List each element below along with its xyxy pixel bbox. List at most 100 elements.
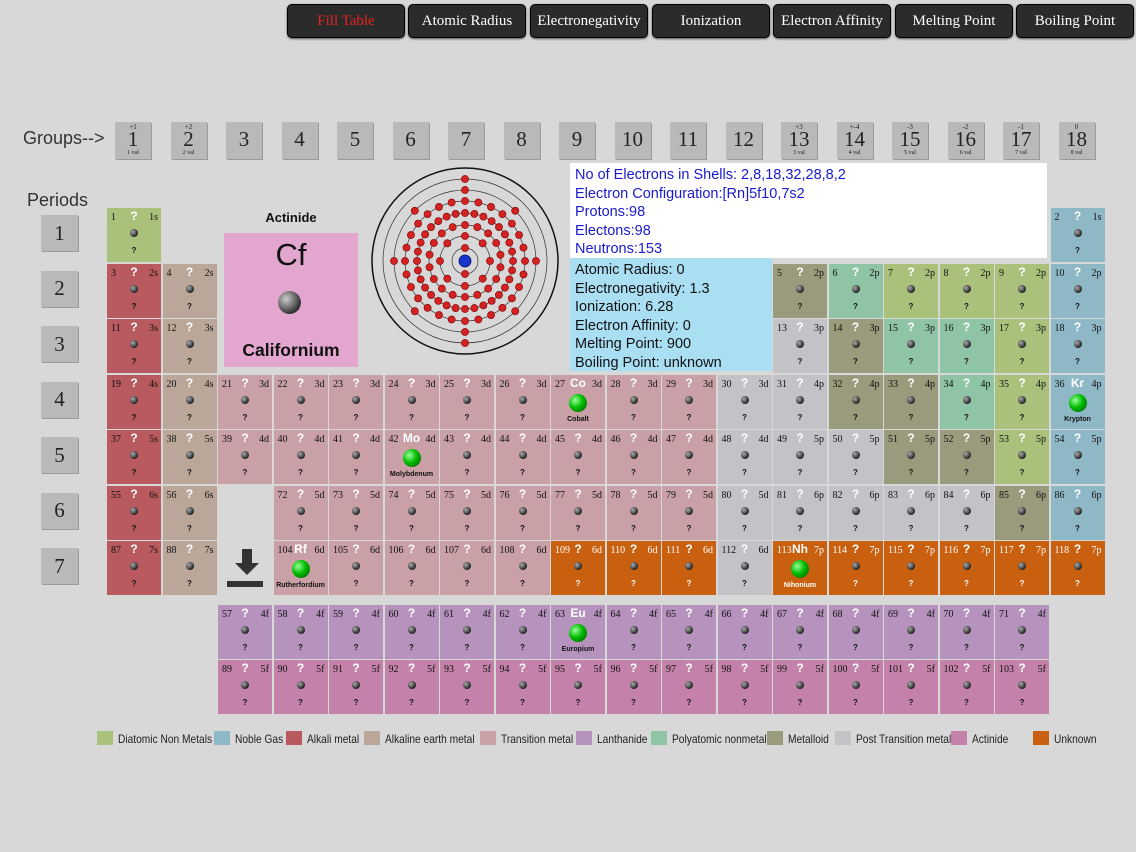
element-cell-10[interactable]: 10 2p??: [1050, 263, 1105, 318]
element-cell-76[interactable]: 76 5d??: [495, 485, 550, 540]
period-header-1[interactable]: 1: [41, 215, 78, 251]
element-cell-98[interactable]: 98 5f??: [717, 660, 772, 714]
element-cell-19[interactable]: 19 4s??: [107, 374, 161, 429]
element-cell-60[interactable]: 60 4f??: [384, 604, 439, 659]
element-cell-118[interactable]: 118 7p??: [1050, 541, 1105, 595]
element-cell-111[interactable]: 111 6d??: [662, 541, 716, 595]
element-cell-67[interactable]: 67 4f??: [773, 604, 827, 659]
element-cell-44[interactable]: 44 4d??: [495, 430, 550, 484]
element-cell-56[interactable]: 56 6s??: [162, 485, 217, 540]
group-header-9[interactable]: 9: [559, 122, 595, 159]
element-cell-55[interactable]: 55 6s??: [107, 485, 161, 540]
element-cell-103[interactable]: 103 5f??: [995, 660, 1049, 714]
element-cell-43[interactable]: 43 4d??: [440, 430, 494, 484]
element-cell-34[interactable]: 34 4p??: [939, 374, 994, 429]
element-cell-31[interactable]: 31 4p??: [773, 374, 827, 429]
element-cell-54[interactable]: 54 5p??: [1050, 430, 1105, 484]
group-header-16[interactable]: -2 16 6 val: [947, 122, 984, 159]
element-cell-86[interactable]: 86 6p??: [1050, 485, 1105, 540]
group-header-15[interactable]: -3 15 5 val: [892, 122, 928, 159]
element-cell-4[interactable]: 4 2s??: [162, 263, 217, 318]
element-cell-70[interactable]: 70 4f??: [939, 604, 994, 659]
melting-point-button[interactable]: Melting Point: [895, 4, 1013, 38]
element-cell-65[interactable]: 65 4f??: [662, 604, 716, 659]
element-cell-85[interactable]: 85 6p??: [995, 485, 1049, 540]
element-cell-91[interactable]: 91 5f??: [329, 660, 383, 714]
element-cell-109[interactable]: 109 6d??: [551, 541, 605, 595]
element-cell-104[interactable]: 104 6d Rf Rutherfordium: [273, 541, 328, 595]
ionization-button[interactable]: Ionization: [652, 4, 770, 38]
group-header-3[interactable]: 3: [226, 122, 262, 159]
element-cell-88[interactable]: 88 7s??: [162, 541, 217, 595]
element-cell-20[interactable]: 20 4s??: [162, 374, 217, 429]
group-header-1[interactable]: +1 1 1 val: [115, 122, 151, 159]
element-cell-6[interactable]: 6 2p??: [828, 263, 883, 318]
group-header-11[interactable]: 11: [670, 122, 706, 159]
element-cell-75[interactable]: 75 5d??: [440, 485, 494, 540]
element-cell-58[interactable]: 58 4f??: [273, 604, 328, 659]
element-cell-61[interactable]: 61 4f??: [440, 604, 494, 659]
group-header-14[interactable]: +-4 14 4 val: [836, 122, 873, 159]
element-cell-74[interactable]: 74 5d??: [384, 485, 439, 540]
element-cell-89[interactable]: 89 5f??: [218, 660, 272, 714]
element-cell-30[interactable]: 30 3d??: [717, 374, 772, 429]
element-cell-24[interactable]: 24 3d??: [384, 374, 439, 429]
element-cell-17[interactable]: 17 3p??: [995, 319, 1049, 373]
period-header-7[interactable]: 7: [41, 548, 78, 584]
element-cell-105[interactable]: 105 6d??: [329, 541, 383, 595]
element-cell-73[interactable]: 73 5d??: [329, 485, 383, 540]
element-cell-25[interactable]: 25 3d??: [440, 374, 494, 429]
element-cell-64[interactable]: 64 4f??: [606, 604, 661, 659]
element-cell-84[interactable]: 84 6p??: [939, 485, 994, 540]
electron-affinity-button[interactable]: Electron Affinity: [773, 4, 891, 38]
element-cell-14[interactable]: 14 3p??: [828, 319, 883, 373]
group-header-7[interactable]: 7: [448, 122, 484, 159]
element-cell-77[interactable]: 77 5d??: [551, 485, 605, 540]
element-cell-47[interactable]: 47 4d??: [662, 430, 716, 484]
element-cell-1[interactable]: 1 1s??: [107, 208, 161, 262]
element-cell-33[interactable]: 33 4p??: [884, 374, 938, 429]
element-cell-48[interactable]: 48 4d??: [717, 430, 772, 484]
element-cell-116[interactable]: 116 7p??: [939, 541, 994, 595]
group-header-2[interactable]: +2 2 2 val: [170, 122, 207, 159]
element-cell-117[interactable]: 117 7p??: [995, 541, 1049, 595]
element-cell-100[interactable]: 100 5f??: [828, 660, 883, 714]
element-cell-39[interactable]: 39 4d??: [218, 430, 272, 484]
element-cell-42[interactable]: 42 4d Mo Molybdenum: [384, 430, 439, 484]
group-header-5[interactable]: 5: [337, 122, 373, 159]
period-header-4[interactable]: 4: [41, 381, 78, 418]
group-header-18[interactable]: 0 18 8 val: [1058, 122, 1095, 159]
element-cell-49[interactable]: 49 5p??: [773, 430, 827, 484]
element-cell-97[interactable]: 97 5f??: [662, 660, 716, 714]
element-cell-18[interactable]: 18 3p??: [1050, 319, 1105, 373]
element-cell-110[interactable]: 110 6d??: [606, 541, 661, 595]
group-header-10[interactable]: 10: [614, 122, 651, 159]
element-cell-82[interactable]: 82 6p??: [828, 485, 883, 540]
element-cell-38[interactable]: 38 5s??: [162, 430, 217, 484]
element-cell-113[interactable]: 113 7p Nh Nihonium: [773, 541, 827, 595]
element-cell-80[interactable]: 80 5d??: [717, 485, 772, 540]
element-cell-115[interactable]: 115 7p??: [884, 541, 938, 595]
element-cell-12[interactable]: 12 3s??: [162, 319, 217, 373]
element-cell-69[interactable]: 69 4f??: [884, 604, 938, 659]
electronegativity-button[interactable]: Electronegativity: [530, 4, 648, 38]
element-cell-106[interactable]: 106 6d??: [384, 541, 439, 595]
element-cell-28[interactable]: 28 3d??: [606, 374, 661, 429]
element-cell-3[interactable]: 3 2s??: [107, 263, 161, 318]
element-cell-68[interactable]: 68 4f??: [828, 604, 883, 659]
element-cell-32[interactable]: 32 4p??: [828, 374, 883, 429]
element-cell-5[interactable]: 5 2p??: [773, 263, 827, 318]
element-cell-59[interactable]: 59 4f??: [329, 604, 383, 659]
element-cell-78[interactable]: 78 5d??: [606, 485, 661, 540]
element-cell-27[interactable]: 27 3d Co Cobalt: [551, 374, 605, 429]
element-cell-108[interactable]: 108 6d??: [495, 541, 550, 595]
element-cell-93[interactable]: 93 5f??: [440, 660, 494, 714]
group-header-6[interactable]: 6: [392, 122, 429, 159]
boiling-point-button[interactable]: Boiling Point: [1016, 4, 1134, 38]
element-cell-107[interactable]: 107 6d??: [440, 541, 494, 595]
element-cell-83[interactable]: 83 6p??: [884, 485, 938, 540]
element-cell-40[interactable]: 40 4d??: [273, 430, 328, 484]
element-cell-15[interactable]: 15 3p??: [884, 319, 938, 373]
group-header-17[interactable]: -1 17 7 val: [1003, 122, 1039, 159]
element-cell-46[interactable]: 46 4d??: [606, 430, 661, 484]
